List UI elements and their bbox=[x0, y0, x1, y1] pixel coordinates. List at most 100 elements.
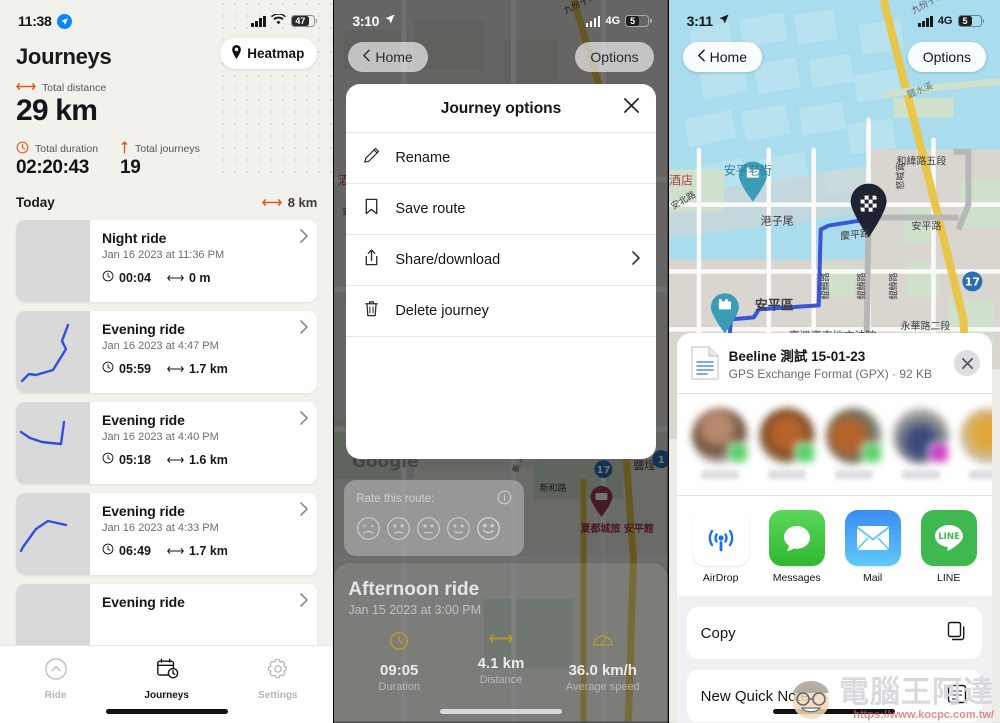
share-actions-quicknote: New Quick Note bbox=[686, 670, 982, 722]
journey-list-item[interactable]: Evening ride Jan 16 2023 at 4:40 PM 05:1… bbox=[16, 402, 318, 484]
panel-share-sheet: 九份子大道 鹽水溪 和緯路五段 安平老街 酒店 安北路 港子尾 安平區 慶平路 … bbox=[668, 0, 1000, 723]
tab-journeys[interactable]: Journeys bbox=[111, 657, 222, 701]
map-nav-bar: Home Options bbox=[334, 42, 667, 72]
avatar bbox=[892, 408, 950, 464]
journeys-arrow-icon bbox=[120, 141, 129, 157]
battery-level: 5 bbox=[962, 15, 968, 26]
journey-distance-value: 1.7 km bbox=[188, 543, 228, 558]
journey-list-item[interactable]: Evening ride Jan 16 2023 at 4:33 PM 06:4… bbox=[16, 493, 318, 575]
heatmap-button[interactable]: Heatmap bbox=[220, 38, 318, 69]
page-title: Journeys bbox=[16, 44, 112, 69]
rating-face-5[interactable] bbox=[476, 516, 501, 546]
journey-list-item[interactable]: Evening ride Jan 16 2023 at 4:47 PM 05:5… bbox=[16, 311, 318, 393]
back-home-label: Home bbox=[375, 49, 413, 65]
share-action-label: Copy bbox=[700, 624, 736, 642]
svg-text:LINE: LINE bbox=[938, 532, 960, 542]
tab-bar: Ride Journeys Settings bbox=[0, 645, 334, 723]
svg-text:安平路: 安平路 bbox=[911, 220, 941, 233]
svg-text:永華路二段: 永華路二段 bbox=[900, 319, 950, 332]
total-journeys-stat: Total journeys 19 bbox=[120, 141, 200, 179]
battery-level: 5 bbox=[630, 15, 636, 26]
chevron-up-circle-icon bbox=[44, 657, 68, 686]
share-app-line[interactable]: LINE LINE bbox=[919, 510, 979, 584]
section-label: Today bbox=[16, 195, 55, 210]
journey-list-item[interactable]: Night ride Jan 16 2023 at 11:36 PM 00:04… bbox=[16, 220, 318, 302]
panel-journey-options: 九份子大道 酒店 安.. 新和路 新..路 鹽埕 夏都城旅 安平館 bbox=[334, 0, 668, 723]
rating-face-3[interactable] bbox=[416, 516, 441, 546]
share-file-name: Beeline 測試 15-01-23 bbox=[728, 349, 866, 364]
distance-arrow-icon bbox=[167, 453, 184, 467]
total-distance-label: Total distance bbox=[42, 82, 107, 94]
share-contact[interactable] bbox=[825, 408, 883, 479]
svg-text:鯤鯓路: 鯤鯓路 bbox=[855, 272, 867, 299]
share-action-new-quick-note[interactable]: New Quick Note bbox=[687, 670, 982, 722]
rating-face-2[interactable] bbox=[386, 516, 411, 546]
svg-text:鯤鯓路: 鯤鯓路 bbox=[819, 272, 831, 299]
avatar bbox=[691, 408, 749, 464]
status-right: 47 bbox=[251, 12, 318, 30]
clock-icon bbox=[102, 361, 114, 376]
back-home-button[interactable]: Home bbox=[682, 42, 763, 72]
close-icon[interactable] bbox=[954, 350, 980, 376]
status-bar-journeys: 11:38 47 bbox=[0, 0, 333, 34]
share-contact[interactable] bbox=[892, 408, 950, 479]
section-header-today: Today 8 km bbox=[16, 195, 317, 212]
status-time: 11:38 bbox=[18, 13, 52, 29]
status-right: 4G 5 bbox=[585, 15, 652, 27]
dialog-item-label: Share/download bbox=[395, 252, 501, 268]
dialog-item-rename[interactable]: Rename bbox=[346, 133, 656, 184]
summary-stat-label: Average speed bbox=[565, 681, 640, 693]
journey-distance: 1.6 km bbox=[167, 453, 228, 467]
network-type-label: 4G bbox=[937, 15, 953, 27]
journey-duration-value: 06:49 bbox=[119, 543, 151, 558]
section-distance: 8 km bbox=[261, 195, 317, 210]
chevron-left-icon bbox=[697, 49, 705, 65]
status-bar-options: 3:10 4G 5 bbox=[334, 0, 667, 34]
back-home-button[interactable]: Home bbox=[348, 42, 428, 72]
dialog-item-save-route[interactable]: Save route bbox=[346, 184, 656, 235]
share-contact[interactable] bbox=[758, 408, 816, 479]
ios-share-sheet: Beeline 測試 15-01-23 GPS Exchange Format … bbox=[676, 333, 992, 723]
journey-distance: 0 m bbox=[167, 271, 211, 285]
options-button[interactable]: Options bbox=[907, 42, 986, 72]
cellular-bars-icon bbox=[585, 15, 601, 27]
clock-icon bbox=[389, 632, 409, 655]
journey-name: Evening ride bbox=[102, 594, 185, 610]
dialog-item-label: Rename bbox=[395, 150, 451, 166]
svg-text:酒店: 酒店 bbox=[669, 174, 693, 188]
gear-icon bbox=[266, 657, 290, 686]
rating-face-4[interactable] bbox=[446, 516, 471, 546]
svg-text:17: 17 bbox=[964, 275, 979, 288]
dialog-item-delete-journey[interactable]: Delete journey bbox=[346, 286, 656, 337]
rating-face-1[interactable] bbox=[356, 516, 381, 546]
total-duration-value: 02:20:43 bbox=[16, 157, 89, 178]
share-app-messages[interactable]: Messages bbox=[767, 510, 827, 584]
share-action-copy[interactable]: Copy bbox=[687, 607, 982, 659]
options-button[interactable]: Options bbox=[575, 42, 654, 72]
close-icon[interactable] bbox=[623, 97, 640, 119]
tab-ride[interactable]: Ride bbox=[0, 657, 111, 701]
share-contact[interactable] bbox=[959, 408, 992, 479]
home-indicator bbox=[439, 709, 562, 714]
share-app-label: AirDrop bbox=[702, 572, 739, 584]
chevron-right-icon bbox=[300, 411, 309, 430]
journey-duration-value: 05:18 bbox=[119, 452, 151, 467]
total-duration-stat: Total duration 02:20:43 bbox=[16, 141, 98, 179]
share-app-mail[interactable]: Mail bbox=[843, 510, 903, 584]
dialog-item-share-download[interactable]: Share/download bbox=[346, 235, 656, 286]
journey-thumbnail bbox=[16, 402, 90, 484]
info-icon[interactable] bbox=[497, 490, 512, 508]
journey-distance-value: 1.6 km bbox=[188, 452, 228, 467]
journey-date: Jan 16 2023 at 11:36 PM bbox=[102, 249, 225, 261]
share-app-airdrop[interactable]: AirDrop bbox=[691, 510, 751, 584]
svg-text:怒喊寬: 怒喊寬 bbox=[894, 163, 906, 190]
summary-date: Jan 15 2023 at 3:00 PM bbox=[348, 603, 482, 617]
share-action-label: New Quick Note bbox=[700, 687, 810, 705]
share-file-header: Beeline 測試 15-01-23 GPS Exchange Format … bbox=[676, 333, 992, 394]
share-contact[interactable] bbox=[691, 408, 749, 479]
journey-duration-value: 00:04 bbox=[119, 270, 151, 285]
status-left: 3:10 bbox=[352, 12, 396, 30]
document-icon bbox=[691, 346, 719, 380]
tab-settings[interactable]: Settings bbox=[222, 657, 333, 701]
total-distance-value: 29 km bbox=[16, 94, 98, 127]
